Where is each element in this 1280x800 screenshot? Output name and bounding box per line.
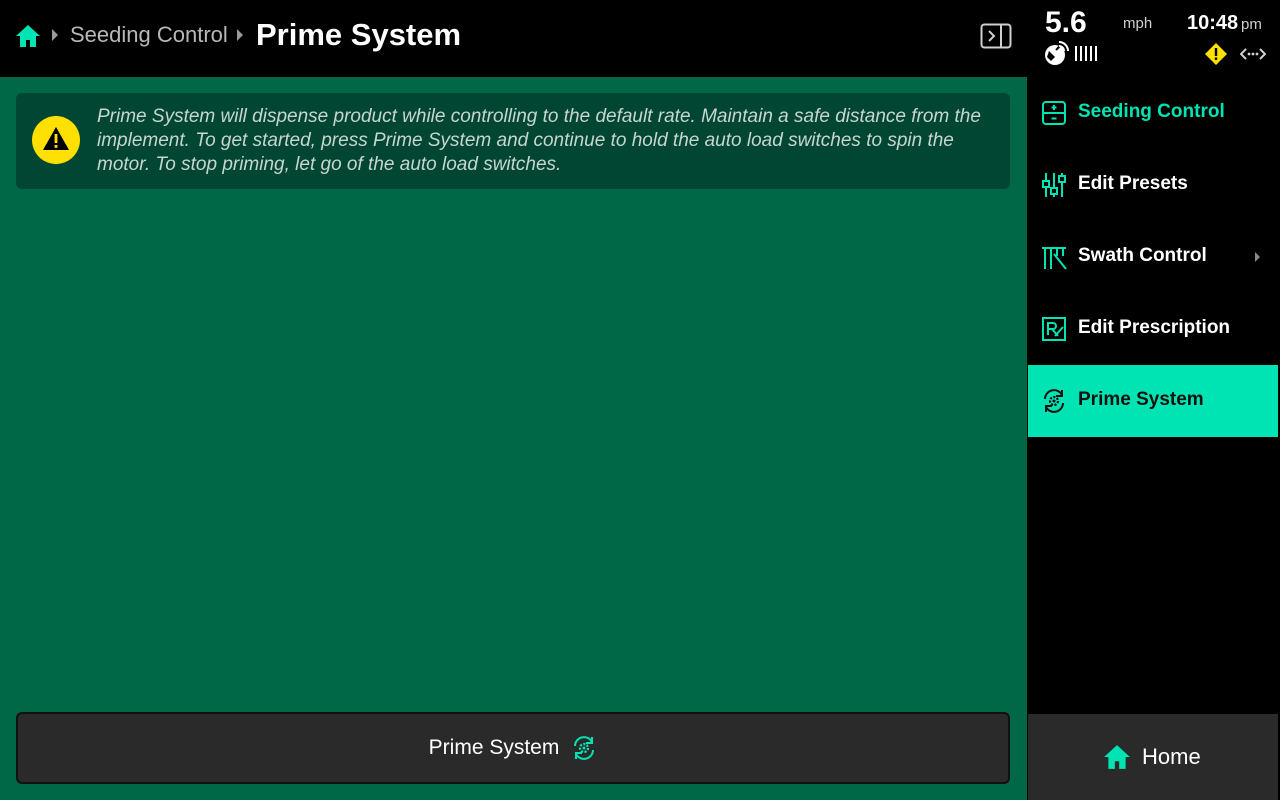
page-title: Prime System [256,17,462,52]
seeding-control-icon [1042,101,1066,125]
prime-gear-cycle-icon [1044,389,1064,413]
home-icon [16,25,40,47]
gps-satellite-icon[interactable] [1043,41,1069,67]
connection-arrows-icon[interactable] [1240,44,1266,64]
warning-message: Prime System will dispense product while… [97,106,981,175]
sidebar-menu: Seeding Control Edit Presets Swath Contr… [1028,77,1280,800]
status-area: 5.6 mph 10:48 pm [1028,0,1280,77]
top-bar: Seeding Control Prime System [0,0,1027,77]
signal-bars-icon [1075,46,1097,61]
breadcrumb-seeding-control[interactable]: Seeding Control [70,22,228,48]
prime-system-button[interactable]: Prime System [16,712,1010,784]
sidebar-item-label: Seeding Control [1078,101,1225,122]
sidebar-item-edit-prescription[interactable]: Edit Prescription [1028,293,1278,365]
clock-time: 10:48 [1187,12,1239,34]
panel-toggle-icon[interactable] [980,23,1012,49]
speed-value: 5.6 [1045,6,1087,39]
sidebar-item-seeding-control[interactable]: Seeding Control [1028,77,1278,149]
swath-control-icon [1042,247,1067,270]
home-nav-button[interactable]: Home [1028,714,1278,800]
warning-banner: Prime System will dispense product while… [16,93,1010,189]
sidebar-item-label: Edit Presets [1078,173,1188,194]
main-content: Prime System will dispense product while… [0,77,1027,800]
home-icon [1104,745,1130,769]
chevron-right-icon [1255,252,1260,262]
warning-diamond-icon[interactable] [1204,42,1228,66]
sidebar-item-label: Edit Prescription [1078,317,1231,338]
prime-gear-cycle-icon [574,736,595,760]
speed-unit: mph [1123,15,1153,32]
sidebar-item-swath-control[interactable]: Swath Control [1028,221,1278,293]
sliders-icon [1042,173,1066,197]
prime-system-button-label: Prime System [428,736,560,759]
sidebar-item-prime-system[interactable]: Prime System [1028,365,1278,437]
sidebar-item-edit-presets[interactable]: Edit Presets [1028,149,1278,221]
home-nav-label: Home [1142,744,1201,769]
clock-ampm: pm [1241,16,1262,33]
breadcrumb-separator-icon [52,29,58,41]
prescription-icon [1042,317,1066,341]
warning-icon [32,116,80,164]
breadcrumb-separator-icon [237,29,243,41]
home-button[interactable] [14,22,42,50]
sidebar-item-label: Swath Control [1078,245,1207,266]
sidebar-item-label: Prime System [1078,389,1204,410]
